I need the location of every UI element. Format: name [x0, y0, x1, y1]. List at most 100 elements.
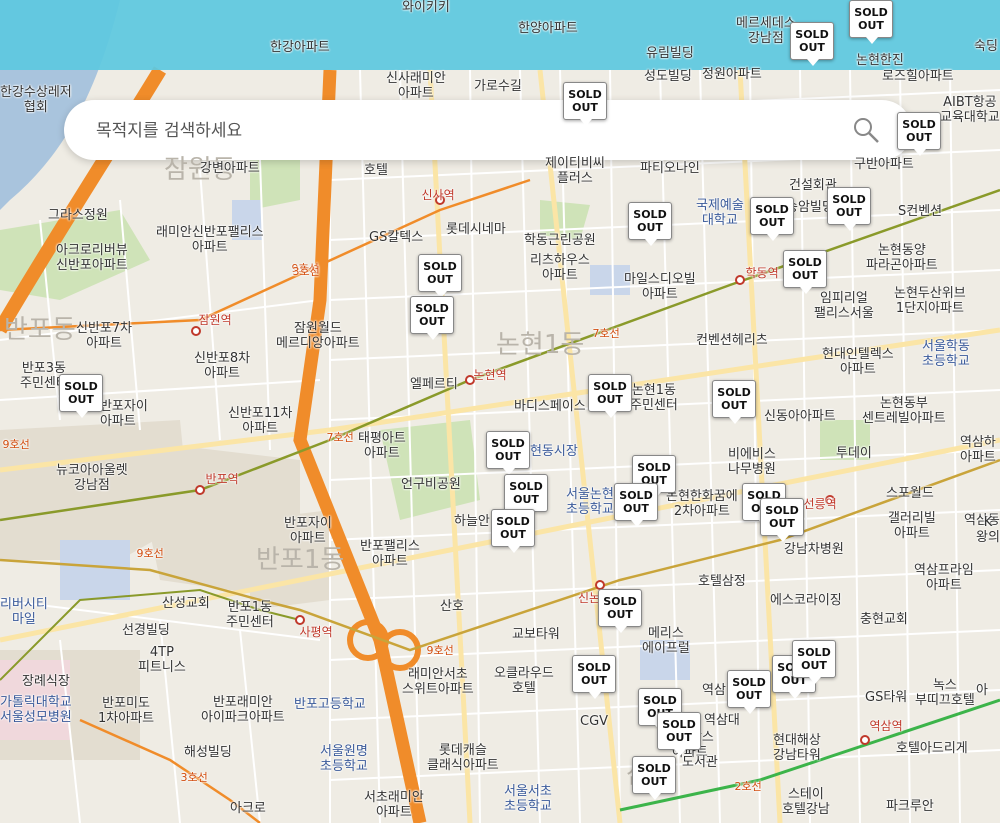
marker-text: SOLD [832, 193, 866, 206]
map-label: 하늘안 [454, 513, 490, 529]
map-label: 논현두산위브 1단지아파트 [894, 286, 966, 316]
sold-out-marker[interactable]: SOLDOUT [418, 254, 462, 298]
sold-out-marker[interactable]: SOLDOUT [588, 374, 632, 418]
map-label: 그라스정원 [48, 207, 108, 223]
map-label: 태평아트 아파트 [358, 431, 406, 461]
map-label: 래미안신반포팰리스 아파트 [156, 225, 264, 255]
map-label: 신사역 [421, 187, 455, 202]
map-label: 강변아파트 [200, 160, 260, 176]
map-label: 컨벤션헤리츠 [696, 332, 768, 348]
search-bar[interactable] [64, 100, 912, 162]
sold-out-marker[interactable]: SOLDOUT [849, 0, 893, 44]
sold-out-marker[interactable]: SOLDOUT [827, 187, 871, 231]
marker-text: OUT [736, 689, 762, 702]
map-label: 호텔 [364, 162, 388, 178]
map-label: 선릉역 [803, 496, 837, 511]
marker-text: OUT [597, 393, 623, 406]
map-label: 신반포7차 아파트 [76, 321, 133, 351]
map-label: 롯데시네마 [446, 221, 506, 237]
map-label: 스테이 호텔강남 [782, 787, 830, 817]
map-label: AIBT항공 교육대학교 [940, 95, 1000, 125]
marker-text: SOLD [662, 718, 696, 731]
sold-out-marker[interactable]: SOLDOUT [614, 483, 658, 527]
marker-text: OUT [792, 269, 818, 282]
map-label: 구반아파트 [854, 156, 914, 172]
map-label: 서초래미안 아파트 [364, 790, 424, 820]
map-label: 역삼 [702, 682, 726, 698]
marker-text: SOLD [854, 6, 888, 19]
marker-text: OUT [721, 399, 747, 412]
map-label: 파크루안 [886, 798, 934, 814]
marker-text: OUT [513, 493, 539, 506]
map-label: 산호 [440, 598, 464, 614]
map-label: 역삼하 아파트 [960, 435, 996, 465]
sold-out-marker[interactable]: SOLDOUT [727, 670, 771, 714]
map-label: 뉴코아아울렛 강남점 [56, 463, 128, 493]
map-label: 오클라우드 호텔 [494, 666, 554, 696]
sold-out-marker[interactable]: SOLDOUT [790, 22, 834, 66]
marker-text: SOLD [568, 88, 602, 101]
map-label: 임피리얼 팰리스서울 [814, 291, 874, 321]
marker-text: OUT [641, 775, 667, 788]
sold-out-marker[interactable]: SOLDOUT [897, 112, 941, 156]
map-label: 아크로 [230, 800, 266, 816]
map-label: 투데이 [836, 445, 872, 461]
map-label: 호텔아드리게 [896, 740, 968, 756]
search-icon[interactable] [852, 116, 880, 144]
sold-out-marker[interactable]: SOLDOUT [628, 202, 672, 246]
marker-text: OUT [419, 315, 445, 328]
map-label: 파티오나인 [640, 160, 700, 176]
map-label: GS칼텍스 [369, 229, 424, 245]
sold-out-marker[interactable]: SOLDOUT [632, 756, 676, 800]
marker-text: OUT [906, 131, 932, 144]
sold-out-marker[interactable]: SOLDOUT [657, 712, 701, 756]
map-label: 녹스 부띠끄호텔 [915, 678, 975, 708]
marker-text: SOLD [637, 461, 671, 474]
sold-out-marker[interactable]: SOLDOUT [59, 374, 103, 418]
map-label: 한강아파트 [270, 39, 330, 55]
map-label: 숙딩 [974, 38, 998, 54]
sold-out-marker[interactable]: SOLDOUT [486, 431, 530, 475]
map-label: 논현1동 [496, 329, 585, 360]
map-label: 신동아아파트 [764, 408, 836, 424]
search-input[interactable] [94, 100, 818, 162]
marker-text: OUT [637, 221, 663, 234]
sold-out-marker[interactable]: SOLDOUT [504, 474, 548, 518]
map-label: 학동근린공원 [524, 232, 596, 248]
marker-text: OUT [836, 206, 862, 219]
marker-text: OUT [68, 393, 94, 406]
map-label: 반포1동 주민센터 [226, 600, 274, 630]
sold-out-marker[interactable]: SOLDOUT [760, 498, 804, 542]
sold-out-marker[interactable]: SOLDOUT [750, 197, 794, 241]
map-label: 3호선 [180, 770, 208, 784]
map-label: 선경빌딩 [122, 622, 170, 638]
map-label: 4TP 피트니스 [138, 645, 186, 675]
map-label: 에스코라이징 [770, 592, 842, 608]
map-label: 서울학동 초등학교 [922, 339, 970, 369]
map-label: 2호선 [734, 779, 762, 793]
map-label: 신반포8차 아파트 [194, 351, 251, 381]
sold-out-marker[interactable]: SOLDOUT [491, 509, 535, 553]
map-label: 역삼프라임 아파트 [914, 563, 974, 593]
marker-text: OUT [801, 659, 827, 672]
map-label: 가톨릭대학교 서울성모병원 [0, 695, 72, 725]
marker-text: SOLD [509, 480, 543, 493]
marker-text: OUT [427, 273, 453, 286]
marker-text: OUT [500, 528, 526, 541]
sold-out-marker[interactable]: SOLDOUT [572, 655, 616, 699]
map-label: 9호선 [136, 546, 164, 560]
sold-out-marker[interactable]: SOLDOUT [792, 640, 836, 684]
sold-out-marker[interactable]: SOLDOUT [598, 589, 642, 633]
map-label: 반포동 [4, 314, 76, 345]
map-label: 한강수상레저 협회 [0, 85, 72, 115]
sold-out-marker[interactable]: SOLDOUT [563, 82, 607, 126]
map-label: 충현교회 [860, 611, 908, 627]
sold-out-marker[interactable]: SOLDOUT [783, 250, 827, 294]
map-label: 서울원명 초등학교 [320, 744, 368, 774]
map-label: 제이티비씨 플러스 [545, 156, 605, 186]
marker-text: OUT [666, 731, 692, 744]
map-label: 정원아파트 [702, 66, 762, 82]
sold-out-marker[interactable]: SOLDOUT [410, 296, 454, 340]
sold-out-marker[interactable]: SOLDOUT [712, 380, 756, 424]
map-label: 유림빌딩 [646, 45, 694, 61]
